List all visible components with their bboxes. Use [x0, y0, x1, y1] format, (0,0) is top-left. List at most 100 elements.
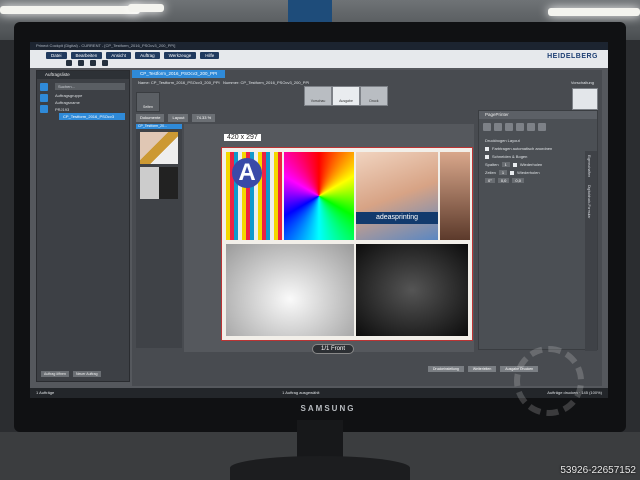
list-view-icon[interactable]: [40, 83, 48, 91]
menu-view[interactable]: Ansicht: [106, 52, 132, 59]
settings-icon[interactable]: [102, 60, 108, 66]
offset-b-input[interactable]: 0,0: [512, 178, 524, 183]
rows-row: Zeilen 1 Wiederholen: [485, 170, 591, 175]
checkbox[interactable]: [512, 162, 517, 167]
arrow-icon[interactable]: [483, 123, 491, 131]
checkbox[interactable]: [485, 154, 489, 159]
color-wheel-tile: [284, 152, 354, 240]
forward-button[interactable]: Weiterleiten: [467, 366, 497, 372]
rotation-input[interactable]: 0°: [485, 178, 495, 183]
job-group-label[interactable]: Auftragsgruppe: [55, 92, 129, 99]
tab-properties[interactable]: Eigenschaften: [585, 151, 593, 181]
new-job-button[interactable]: Neuer Auftrag: [72, 371, 101, 377]
monitor-stand-base: [230, 456, 410, 480]
rows-input[interactable]: 1: [498, 170, 508, 175]
step-preview[interactable]: Vorschau: [304, 86, 332, 106]
brand-strip: adeasprinting: [356, 212, 438, 224]
save-icon[interactable]: [66, 60, 72, 66]
properties-toolbar: [479, 119, 597, 135]
page-thumbnail[interactable]: [140, 132, 178, 164]
properties-title: PagePrinter: [479, 111, 597, 119]
job-list-title: Auftragsliste: [37, 71, 129, 79]
watermark-text: 53926-22657152: [560, 465, 636, 476]
job-list-side-icons: [40, 83, 48, 113]
columns-label: Spalten: [485, 162, 499, 167]
job-info: Name: CP_Testform_2016_PSOcv3_200_PPI Nu…: [138, 80, 310, 85]
layout-section-title: Druckbogen Layout: [485, 138, 520, 143]
menu-help[interactable]: Hilfe: [200, 52, 220, 59]
repeat-label: Wiederholen: [519, 162, 543, 167]
filter-icon[interactable]: [40, 105, 48, 113]
monitor-brand: SAMSUNG: [300, 404, 356, 413]
ceiling-light: [0, 6, 140, 14]
page-icon[interactable]: [494, 123, 502, 131]
step-output[interactable]: Ausgabe: [332, 86, 360, 106]
job-name-label: Name: [138, 80, 149, 85]
page-thumbnails: CP_Testform_20...: [136, 124, 182, 348]
option-label: Farbtragen automatisch anordnen: [492, 146, 553, 151]
menu-tools[interactable]: Werkzeuge: [163, 52, 197, 59]
letter-a-target: A: [232, 158, 262, 188]
shoes-photo-tile: [356, 244, 468, 336]
open-job-button[interactable]: Auftrag öffnen: [41, 371, 69, 377]
tab-digital-form[interactable]: Digitaldruck-Formular: [585, 181, 593, 222]
grid-icon[interactable]: [516, 123, 524, 131]
columns-row: Spalten 1 Wiederholen: [485, 162, 591, 167]
job-number-value: CP_Testform_2016_PSOcv3_200_PPI: [240, 80, 310, 85]
preflight-label[interactable]: Vorschaltung: [571, 80, 594, 85]
color-target-tile: A: [226, 152, 282, 240]
pages-view-button[interactable]: Seiten: [136, 92, 160, 112]
columns-input[interactable]: 1: [501, 162, 510, 167]
portrait-photo-tile: [440, 152, 470, 240]
checkbox[interactable]: [510, 170, 515, 175]
selected-job[interactable]: CP_Testform_2016_PSOcv3: [59, 113, 125, 120]
sheet-side-label[interactable]: 1/1 Front: [312, 344, 355, 354]
job-list-buttons: Auftrag öffnen Neuer Auftrag: [41, 371, 101, 377]
folder-icon[interactable]: [40, 94, 48, 102]
print-sheet[interactable]: A adeasprinting: [222, 148, 472, 340]
offset-row: 0° 0,0 0,0: [485, 178, 591, 183]
layout-dropdown[interactable]: Layout: [168, 114, 189, 122]
screen: Prinect Cockpit (Digital) - CURRENT - [C…: [30, 42, 608, 398]
side-tabs: Eigenschaften Digitaldruck-Formular: [585, 151, 597, 351]
auto-arrange-option[interactable]: Farbtragen automatisch anordnen: [485, 146, 591, 151]
marks-icon[interactable]: [527, 123, 535, 131]
printer-queue-icon[interactable]: [90, 60, 96, 66]
documents-dropdown[interactable]: Dokumente: [136, 114, 165, 122]
window-title: Prinect Cockpit (Digital) - CURRENT - [C…: [30, 42, 608, 50]
thumbnail-label: CP_Testform_20...: [136, 124, 182, 129]
menu-file[interactable]: Datei: [46, 52, 67, 59]
zoom-dropdown[interactable]: 74.33 %: [192, 114, 216, 122]
cut-option[interactable]: Schneiden & Bogen: [485, 154, 591, 159]
properties-panel: PagePrinter Druckbogen Layout Farbtragen…: [478, 110, 598, 351]
rows-label: Zeilen: [485, 170, 496, 175]
workarea: Auftragsliste Suchen... Auftragsgruppe A…: [30, 68, 608, 388]
sheet-icon[interactable]: [538, 123, 546, 131]
output-button[interactable]: [572, 88, 598, 110]
menu-list: Datei Bearbeiten Ansicht Auftrag Werkzeu…: [30, 50, 220, 59]
job-name-header: Auftragsname: [55, 100, 80, 105]
offset-a-input[interactable]: 0,0: [497, 178, 510, 183]
checkbox[interactable]: [485, 146, 489, 151]
job-editor: CP_Testform_2016_PSOcv3_200_PPI Name: CP…: [132, 70, 602, 386]
job-folder[interactable]: PRJ193: [55, 106, 129, 113]
menu-job[interactable]: Auftrag: [135, 52, 160, 59]
job-search-input[interactable]: Suchen...: [55, 83, 125, 90]
layout-icon[interactable]: [505, 123, 513, 131]
job-number-label: Nummer: [222, 80, 239, 85]
sheet-canvas: 420 x 297 A adeasprinting 1/1 Front: [184, 124, 474, 354]
ceiling-light: [548, 8, 640, 16]
option-label: Schneiden & Bogen: [492, 154, 528, 159]
watermark-gear-icon: [514, 346, 584, 416]
print-settings-button[interactable]: Druckeinstellung: [428, 366, 464, 372]
heidelberg-logo: HEIDELBERG: [547, 53, 598, 60]
page-thumbnail[interactable]: [140, 167, 178, 199]
print-icon[interactable]: [78, 60, 84, 66]
menubar: Datei Bearbeiten Ansicht Auftrag Werkzeu…: [30, 50, 608, 68]
status-left: 1 Aufträge: [36, 390, 55, 395]
menu-edit[interactable]: Bearbeiten: [70, 52, 103, 59]
job-name-value: CP_Testform_2016_PSOcv3_200_PPI: [150, 80, 220, 85]
step-print[interactable]: Druck: [360, 86, 388, 106]
workflow-steps: Vorschau Ausgabe Druck: [304, 86, 388, 106]
job-tab[interactable]: CP_Testform_2016_PSOcv3_200_PPI: [132, 70, 226, 78]
